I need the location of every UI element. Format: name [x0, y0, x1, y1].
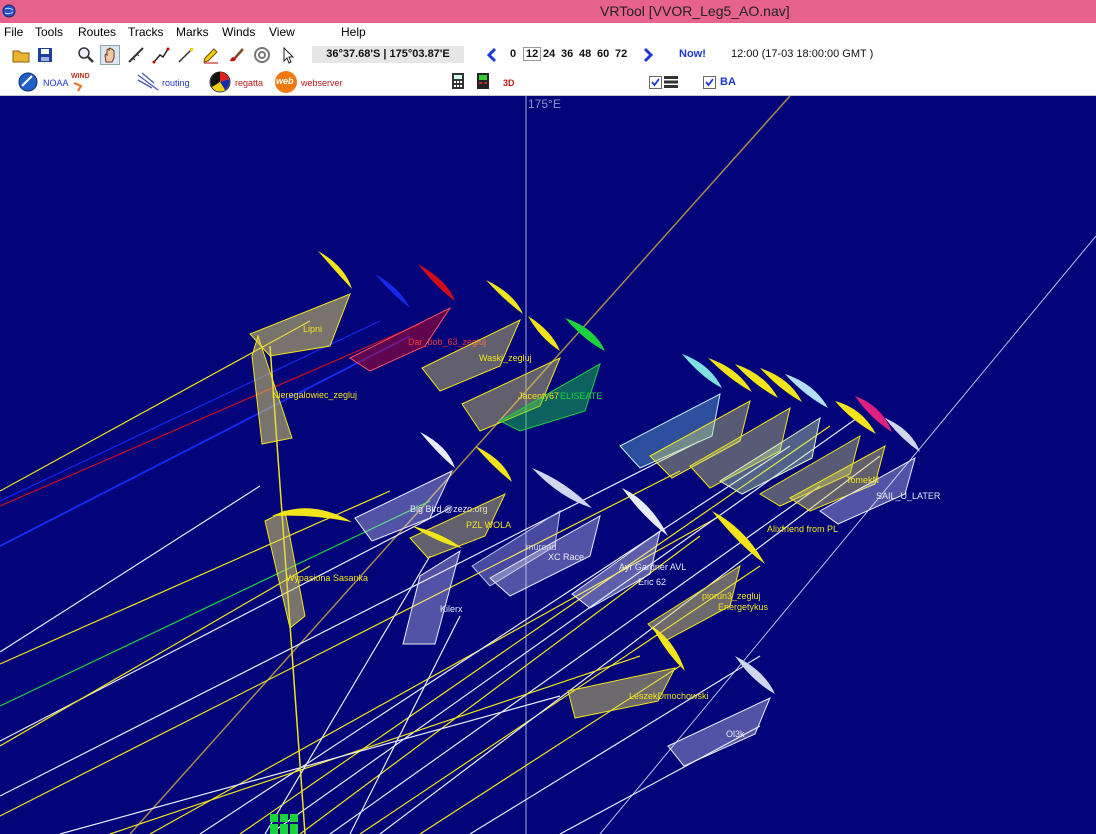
wind-label[interactable]: WIND	[71, 73, 90, 80]
step-forward-chevron-icon[interactable]	[640, 47, 658, 65]
time-step-24[interactable]: 24	[543, 48, 555, 60]
forecast-time: 12:00 (17-03 18:00:00 GMT )	[731, 48, 874, 60]
pan-hand-icon[interactable]	[100, 45, 120, 65]
svg-text:ELISEATE: ELISEATE	[560, 391, 602, 401]
svg-text:Kilerx: Kilerx	[440, 604, 463, 614]
window-title: VRTool [VVOR_Leg5_AO.nav]	[600, 3, 790, 19]
svg-text:Nieregalowiec_zegluj: Nieregalowiec_zegluj	[272, 390, 357, 400]
menu-marks[interactable]: Marks	[176, 25, 209, 39]
now-button[interactable]: Now!	[679, 48, 706, 60]
noaa-label[interactable]: NOAA	[43, 78, 69, 88]
calculator-icon[interactable]	[450, 72, 468, 90]
time-step-72[interactable]: 72	[615, 48, 627, 60]
pointer-arrow-icon[interactable]	[279, 46, 297, 64]
menu-bar: File Tools Routes Tracks Marks Winds Vie…	[0, 23, 1096, 42]
layers-stack-icon[interactable]	[664, 76, 682, 94]
noaa-globe-icon[interactable]	[18, 72, 38, 92]
boat-lipni[interactable]: Lipni	[249, 251, 352, 357]
time-step-12-selected[interactable]: 12	[523, 47, 542, 61]
longitude-label: 175°E	[528, 97, 561, 111]
ba-checkbox[interactable]	[703, 76, 716, 89]
menu-winds[interactable]: Winds	[222, 25, 255, 39]
finish-markers	[270, 814, 298, 834]
svg-text:PZL WOLA: PZL WOLA	[466, 520, 511, 530]
save-icon[interactable]	[36, 46, 54, 64]
title-bar: VRTool [VVOR_Leg5_AO.nav]	[0, 0, 1096, 23]
boat-wypasiona-sasanka[interactable]: Wypasiona Sasanka	[264, 508, 368, 629]
boat-kilerx[interactable]: Kilerx	[402, 549, 463, 645]
ba-label[interactable]: BA	[720, 76, 736, 88]
app-globe-icon[interactable]	[2, 4, 16, 18]
svg-text:Ayr Gardner AVL: Ayr Gardner AVL	[619, 562, 686, 572]
ruler-icon[interactable]	[127, 46, 145, 64]
secondary-toolbar: NOAA WIND routing regatta web webserver …	[0, 68, 1096, 96]
time-step-0[interactable]: 0	[510, 48, 516, 60]
time-step-36[interactable]: 36	[561, 48, 573, 60]
time-step-48[interactable]: 48	[579, 48, 591, 60]
menu-help[interactable]: Help	[341, 25, 366, 39]
boat-ol3k[interactable]: Ol3k	[667, 656, 775, 767]
svg-text:Eric 62: Eric 62	[638, 577, 666, 587]
device-phone-icon[interactable]	[474, 72, 492, 90]
paint-brush-icon[interactable]	[227, 46, 245, 64]
svg-text:Energetykus: Energetykus	[718, 602, 769, 612]
svg-text:Lipni: Lipni	[303, 324, 322, 334]
svg-text:XC Race: XC Race	[548, 552, 584, 562]
routing-arrows-icon[interactable]	[136, 71, 159, 91]
svg-text:piorun3_zegluj: piorun3_zegluj	[702, 591, 761, 601]
webserver-web-icon[interactable]: web	[275, 71, 297, 93]
svg-text:Jacenty67: Jacenty67	[518, 391, 559, 401]
menu-view[interactable]: View	[269, 25, 295, 39]
boat-alixfriend[interactable]: Alixfriend from PL	[767, 524, 838, 534]
boat-tomekn[interactable]: TomekN	[846, 475, 879, 485]
zoom-magnifier-icon[interactable]	[77, 46, 95, 64]
svg-text:TomekN: TomekN	[846, 475, 879, 485]
cursor-coordinates: 36°37.68'S | 175°03.87'E	[312, 46, 464, 63]
regatta-wheel-icon[interactable]	[209, 71, 231, 93]
svg-text:Waski_zegluj: Waski_zegluj	[479, 353, 532, 363]
boat-piorun3[interactable]: piorun3_zegluj Energetykus	[647, 564, 769, 671]
mark-pencil-icon[interactable]	[202, 46, 220, 64]
menu-tracks[interactable]: Tracks	[128, 25, 164, 39]
main-toolbar: 36°37.68'S | 175°03.87'E 0 12 24 36 48 6…	[0, 42, 1096, 68]
svg-text:SAIL_U_LATER: SAIL_U_LATER	[876, 491, 941, 501]
svg-text:Wypasiona Sasanka: Wypasiona Sasanka	[286, 573, 368, 583]
webserver-label[interactable]: webserver	[301, 78, 343, 88]
menu-file[interactable]: File	[4, 25, 23, 39]
view-3d-label[interactable]: 3D	[503, 78, 515, 88]
menu-routes[interactable]: Routes	[78, 25, 116, 39]
regatta-label[interactable]: regatta	[235, 78, 263, 88]
line-pen-icon[interactable]	[177, 46, 195, 64]
svg-text:LeszekDmochowski: LeszekDmochowski	[629, 691, 709, 701]
menu-tools[interactable]: Tools	[35, 25, 63, 39]
layer-checkbox[interactable]	[649, 76, 662, 89]
svg-text:Ol3k: Ol3k	[726, 729, 745, 739]
target-circle-icon[interactable]	[253, 46, 271, 64]
time-step-60[interactable]: 60	[597, 48, 609, 60]
open-folder-icon[interactable]	[12, 46, 30, 64]
map-canvas[interactable]: 175°E Lipni Dar_bob_63_zegluj Waski_zegl…	[0, 96, 1096, 834]
chart-map[interactable]: 175°E Lipni Dar_bob_63_zegluj Waski_zegl…	[0, 96, 1096, 834]
svg-text:Alixfriend from PL: Alixfriend from PL	[767, 524, 838, 534]
step-back-chevron-icon[interactable]	[484, 47, 502, 65]
route-draw-icon[interactable]	[152, 46, 170, 64]
routing-label[interactable]: routing	[162, 78, 190, 88]
